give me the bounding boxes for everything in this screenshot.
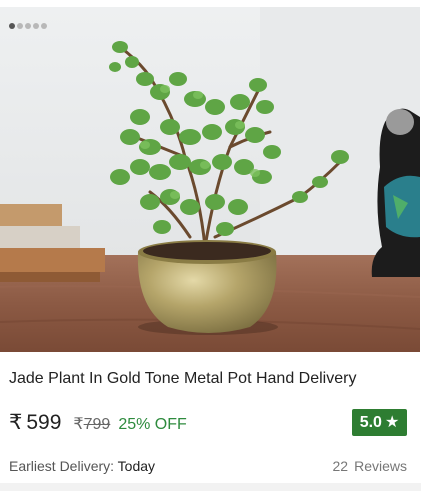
reviews-label: Reviews: [354, 458, 407, 474]
discount-label: 25% OFF: [118, 416, 187, 433]
mrp-value: 799: [83, 416, 111, 433]
carousel-dot[interactable]: [33, 23, 39, 29]
star-icon: ★: [384, 413, 400, 431]
price-row: ₹599 ₹799 25% OFF: [9, 410, 187, 438]
currency-symbol: ₹: [9, 411, 23, 434]
delivery-info: Earliest Delivery: Today: [9, 458, 155, 474]
rating-value: 5.0: [359, 413, 382, 431]
mrp-currency-symbol: ₹: [73, 416, 84, 433]
review-count: 22: [332, 458, 349, 474]
carousel-dot[interactable]: [25, 23, 31, 29]
price-value: 599: [26, 411, 62, 434]
delivery-day: Today: [117, 458, 156, 474]
carousel-dot[interactable]: [41, 23, 47, 29]
reviews-link[interactable]: 22 Reviews: [333, 458, 407, 474]
rating-badge: 5.0 ★: [352, 409, 407, 436]
original-price: ₹799: [73, 414, 110, 434]
product-card[interactable]: Jade Plant In Gold Tone Metal Pot Hand D…: [0, 0, 421, 491]
product-title[interactable]: Jade Plant In Gold Tone Metal Pot Hand D…: [9, 370, 356, 388]
card-divider: [0, 483, 421, 491]
delivery-label: Earliest Delivery:: [9, 458, 115, 474]
carousel-dot[interactable]: [17, 23, 23, 29]
carousel-dot[interactable]: [9, 23, 15, 29]
carousel-indicator[interactable]: [9, 23, 47, 29]
selling-price: ₹599: [9, 410, 61, 435]
product-image[interactable]: [0, 7, 420, 352]
